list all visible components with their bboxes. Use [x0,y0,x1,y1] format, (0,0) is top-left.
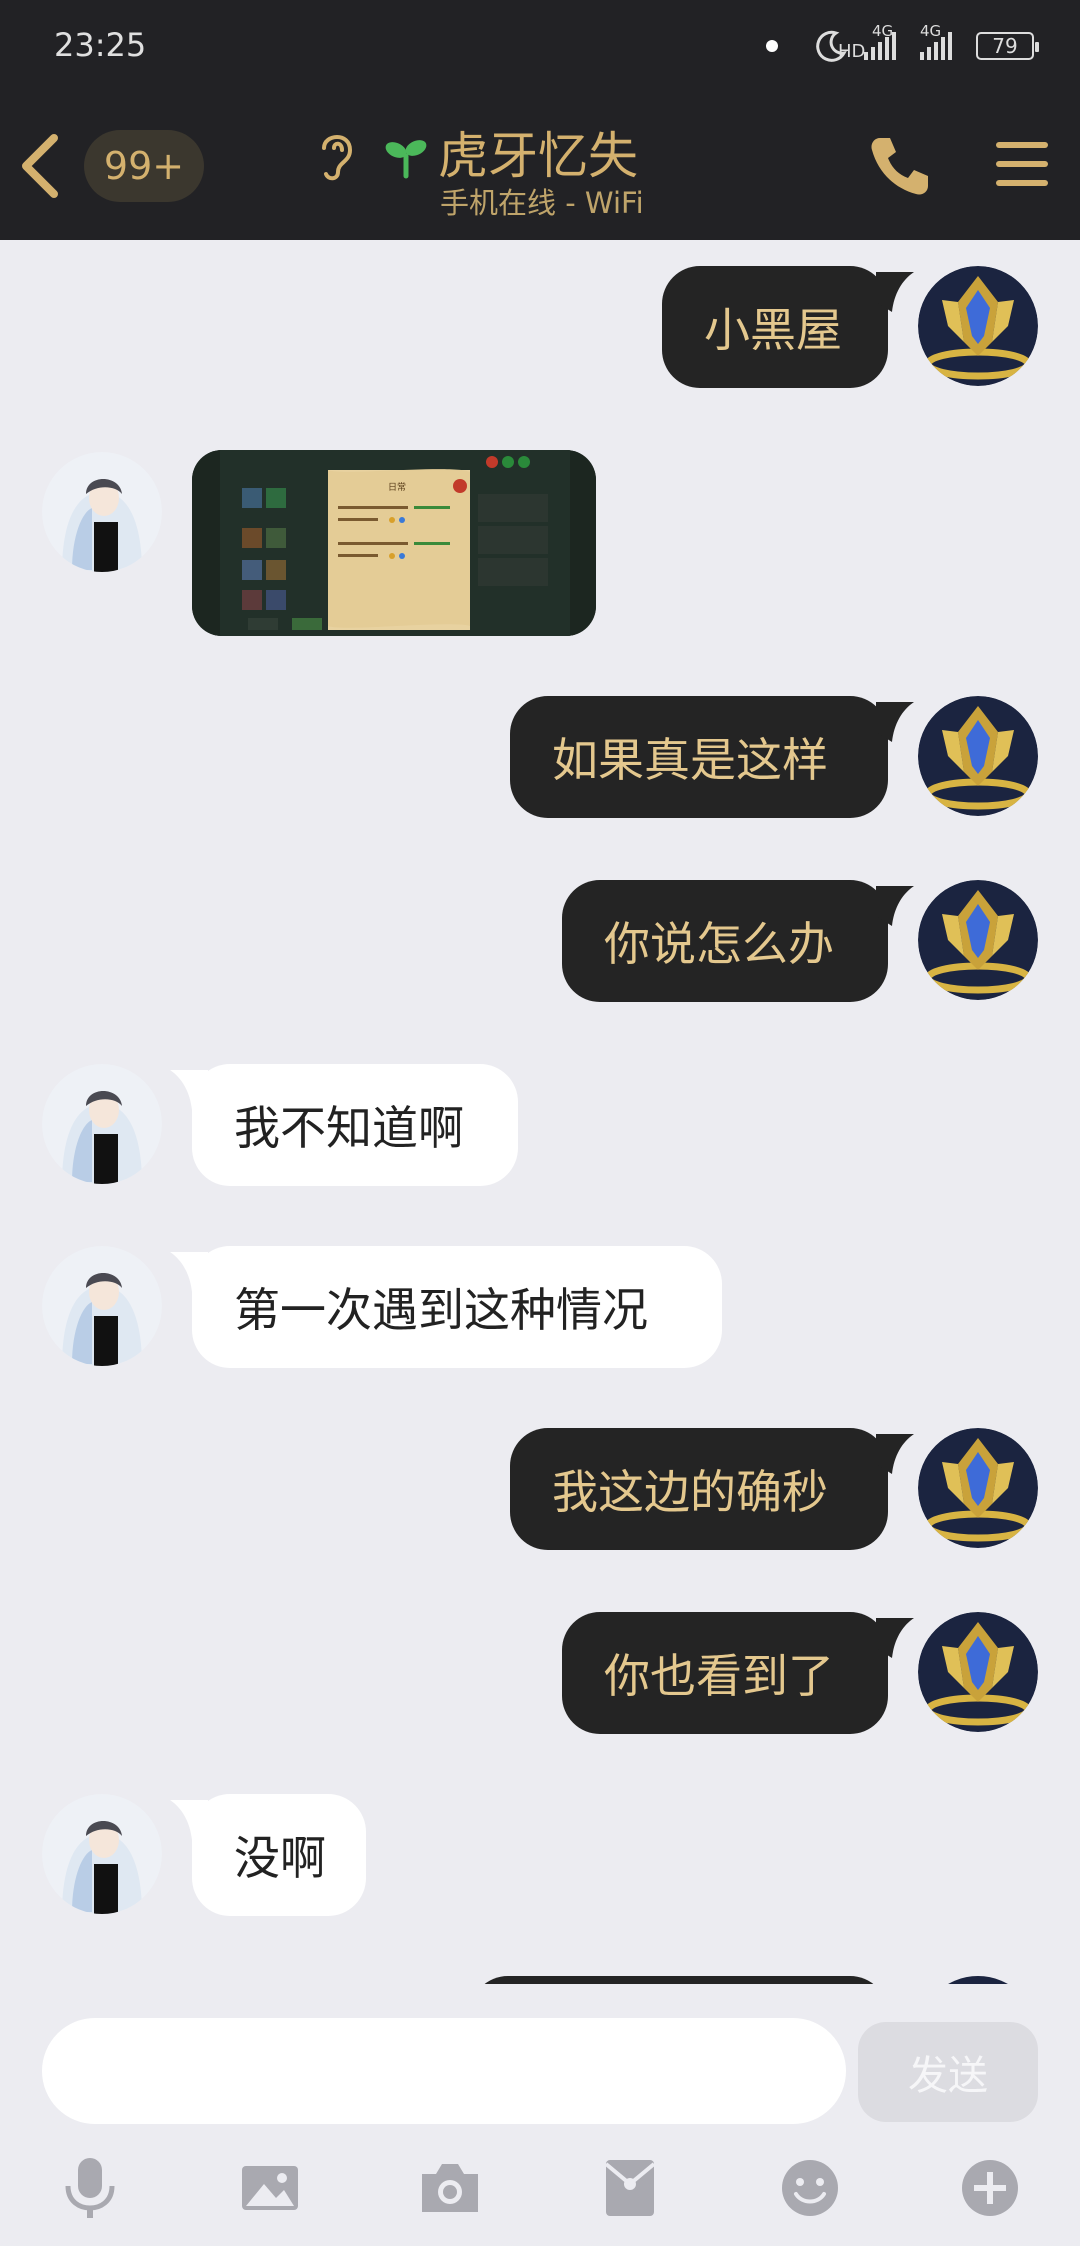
message-text: 我这边的确秒 [552,1465,828,1519]
battery-icon: 79 [976,32,1039,60]
message-bubble[interactable]: 如果真是这样 [510,696,888,818]
my-avatar[interactable] [918,880,1038,1000]
message-bubble[interactable]: 你说怎么办 [562,880,888,1002]
status-time: 23:25 [54,26,147,64]
menu-icon[interactable] [994,138,1050,190]
network-label-1: 4G [872,22,894,40]
my-avatar[interactable] [918,1428,1038,1548]
composer-toolbar [0,2156,1080,2228]
notification-dot-icon [766,40,778,52]
chat-header: 99+ 虎牙忆失 手机在线 - WiFi [0,92,1080,240]
unread-badge[interactable]: 99+ [84,130,204,202]
signal-icon: HD 4G [838,22,904,62]
contact-avatar[interactable] [42,1794,162,1914]
status-bar: 23:25 HD 4G 4G 79 [0,0,1080,92]
contact-avatar[interactable] [42,1064,162,1184]
status-icons: HD 4G 4G 79 [766,22,1039,70]
message-bubble[interactable]: 我这边的确秒 [510,1428,888,1550]
message-text: 你说怎么办 [604,917,834,971]
message-list[interactable]: 小黑屋 日常 如果真是这样 你说怎么办 我不知道啊 第一次遇到这种情况 我这边的… [0,240,1080,1984]
battery-level: 79 [992,34,1018,58]
contact-avatar[interactable] [42,1246,162,1366]
message-bubble[interactable]: 你也看到了 [562,1612,888,1734]
message-bubble-partial[interactable] [470,1976,888,1984]
contact-avatar[interactable] [42,452,162,572]
plus-icon[interactable] [958,2156,1022,2220]
message-text: 小黑屋 [704,303,842,357]
emoji-icon[interactable] [778,2156,842,2220]
my-avatar[interactable] [918,1976,1038,1984]
camera-icon[interactable] [418,2156,482,2220]
image-card-title: 日常 [388,481,406,493]
online-status: 手机在线 - WiFi [440,186,644,220]
message-text: 如果真是这样 [552,733,828,787]
message-input[interactable] [42,2018,846,2124]
signal-icon-2: 4G [920,22,960,60]
message-text: 没啊 [234,1831,326,1885]
bubble-tail [876,272,914,312]
message-text: 我不知道啊 [234,1101,464,1155]
message-bubble[interactable]: 没啊 [192,1794,366,1916]
my-avatar[interactable] [918,696,1038,816]
hd-label: HD [838,41,866,62]
bubble-tail [876,886,914,926]
my-avatar[interactable] [918,1612,1038,1732]
message-bubble[interactable]: 小黑屋 [662,266,888,388]
network-label-2: 4G [920,22,942,40]
my-avatar[interactable] [918,266,1038,386]
sprout-icon [385,140,427,179]
bubble-tail [876,1434,914,1474]
phone-call-icon[interactable] [866,132,934,200]
message-bubble[interactable]: 第一次遇到这种情况 [192,1246,722,1368]
ear-icon [322,135,353,181]
message-text: 你也看到了 [604,1649,834,1703]
send-button[interactable]: 发送 [858,2022,1038,2122]
chat-title[interactable]: 虎牙忆失 [438,116,638,188]
message-text: 第一次遇到这种情况 [234,1283,648,1337]
composer: 发送 [0,1984,1080,2246]
bubble-tail [876,702,914,742]
image-message[interactable]: 日常 [192,450,596,636]
back-arrow-icon[interactable] [14,130,70,202]
bubble-tail [876,1618,914,1658]
message-bubble[interactable]: 我不知道啊 [192,1064,518,1186]
image-icon[interactable] [238,2156,302,2220]
red-packet-icon[interactable] [598,2156,662,2220]
microphone-icon[interactable] [58,2156,122,2220]
